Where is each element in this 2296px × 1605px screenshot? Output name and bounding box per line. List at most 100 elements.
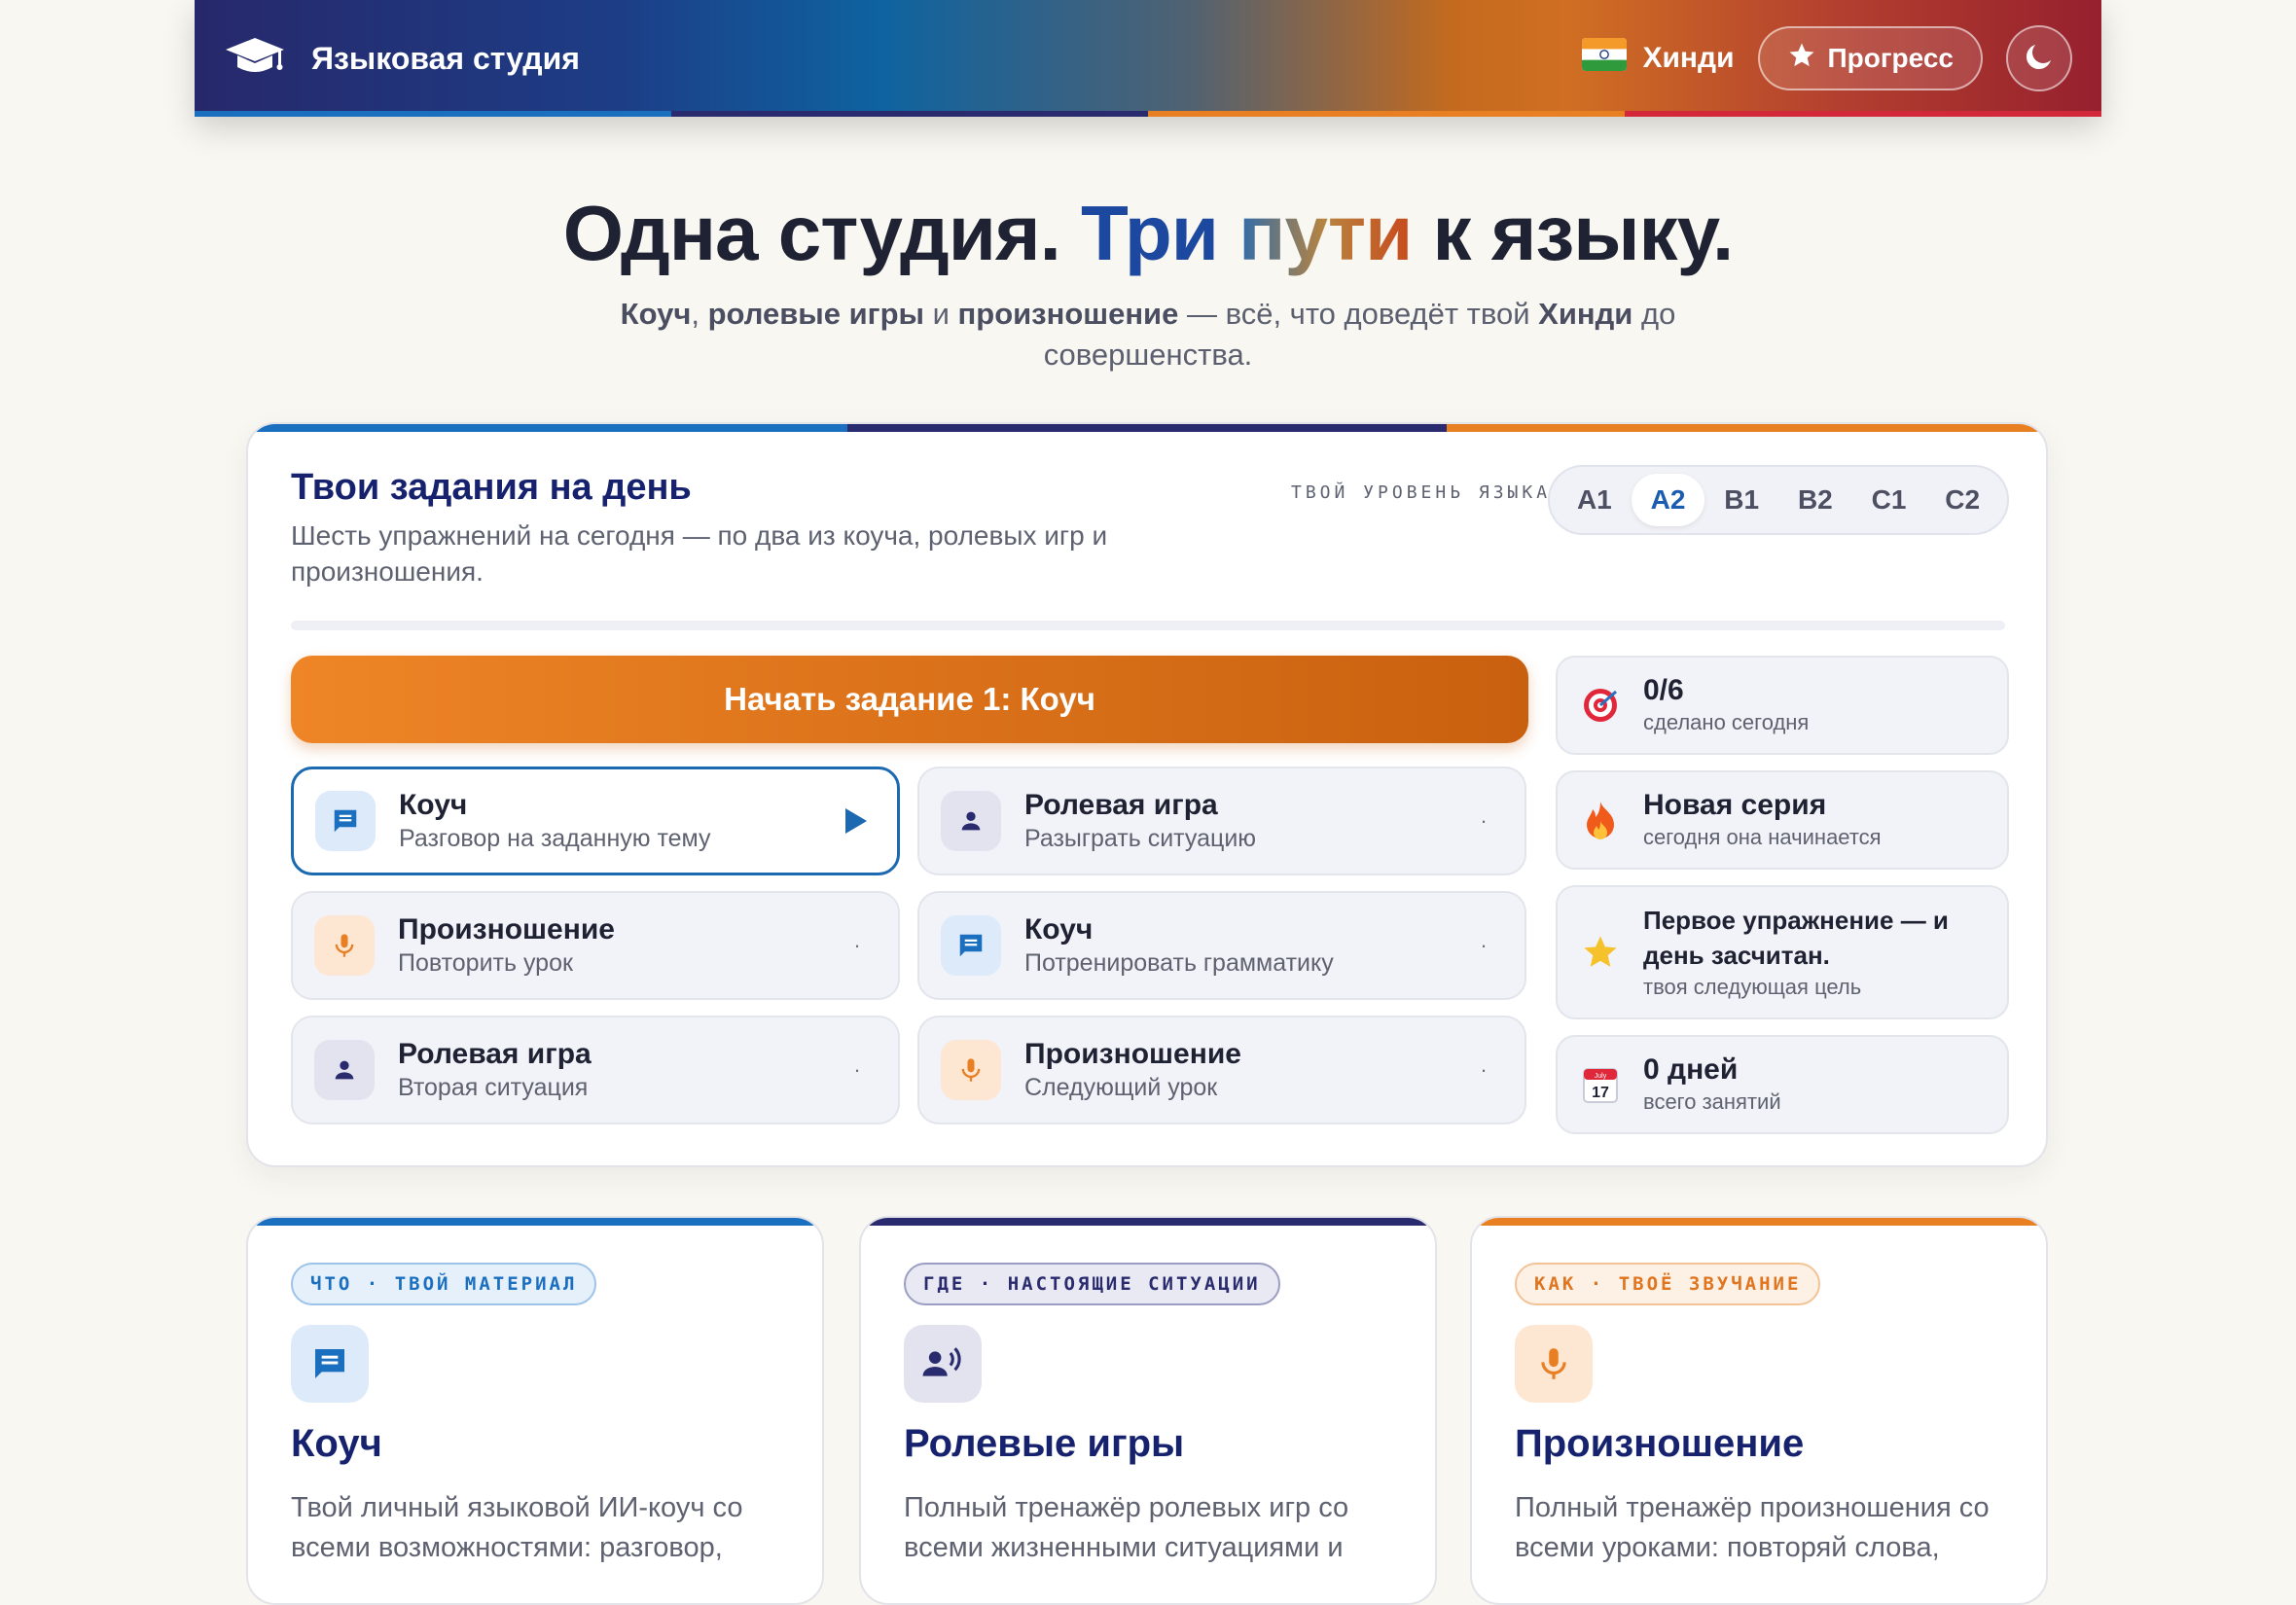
hero-subtitle: Коуч, ролевые игры и произношение — всё,… [564, 294, 1732, 375]
task-item-coach-grammar[interactable]: Коуч Потренировать грамматику · [917, 891, 1526, 1000]
stat-title: Новая серия [1643, 789, 1827, 821]
brand-title: Языковая студия [311, 40, 580, 76]
hero-title-start: Одна студия. [562, 190, 1082, 276]
fire-icon [1579, 800, 1622, 840]
task-subtitle: Разыграть ситуацию [1024, 825, 1257, 852]
level-option-b1[interactable]: B1 [1704, 474, 1778, 526]
level-option-c1[interactable]: C1 [1852, 474, 1926, 526]
task-state-dot: · [1480, 808, 1488, 833]
feature-accent-bar [248, 1218, 822, 1226]
level-label: ТВОЙ УРОВЕНЬ ЯЗЫКА [1291, 482, 1552, 503]
india-flag-icon [1582, 38, 1628, 79]
feature-tag-right: НАСТОЯЩИЕ СИТУАЦИИ [1007, 1273, 1261, 1295]
task-item-roleplay-second[interactable]: Ролевая игра Вторая ситуация · [291, 1016, 900, 1124]
progress-button[interactable]: Прогресс [1757, 26, 1983, 90]
chat-icon [291, 1325, 369, 1403]
hero-title: Одна студия. Три пути к языку. [0, 185, 2296, 282]
stat-title: Первое упражнение — и день засчитан. [1643, 906, 1949, 970]
level-option-a2[interactable]: A2 [1631, 474, 1705, 526]
stripe-segment [1625, 111, 2101, 117]
daily-tasks-description: Шесть упражнений на сегодня — по два из … [291, 520, 1108, 587]
task-title: Произношение [1024, 1038, 1241, 1070]
header-color-stripe [195, 111, 2101, 117]
microphone-icon [1515, 1325, 1593, 1403]
start-task-button[interactable]: Начать задание 1: Коуч [291, 656, 1528, 743]
stat-title: 0/6 [1643, 674, 1684, 706]
hero-title-space [1218, 190, 1238, 276]
hero-sub-middle: — всё, что доведёт твой [1178, 297, 1539, 331]
target-icon [1579, 686, 1622, 725]
hero-sub-pronunciation: произношение [957, 297, 1179, 331]
chat-icon [941, 915, 1001, 976]
task-title: Коуч [1024, 913, 1094, 945]
level-option-c2[interactable]: C2 [1925, 474, 1999, 526]
stripe-segment [1447, 424, 2046, 432]
feature-title: Коуч [291, 1422, 382, 1465]
hero-section: Одна студия. Три пути к языку. Коуч, рол… [0, 185, 2296, 375]
stat-next-goal: Первое упражнение — и день засчитан. тво… [1556, 885, 2009, 1019]
hero-title-end: к языку. [1412, 190, 1735, 276]
card-color-stripe [248, 424, 2046, 432]
stat-subtitle: твоя следующая цель [1643, 975, 1862, 999]
feature-title: Ролевые игры [904, 1422, 1185, 1465]
hero-title-word-three: Три [1081, 190, 1219, 276]
task-item-pronunciation-repeat[interactable]: Произношение Повторить урок · [291, 891, 900, 1000]
task-state-dot: · [853, 933, 861, 957]
level-option-a1[interactable]: A1 [1558, 474, 1632, 526]
task-state-dot: · [853, 1057, 861, 1082]
task-title: Ролевая игра [398, 1038, 592, 1070]
microphone-icon [941, 1040, 1001, 1100]
theme-toggle-button[interactable] [2006, 25, 2072, 91]
task-subtitle: Потренировать грамматику [1024, 949, 1334, 977]
level-selector: A1 A2 B1 B2 C1 C2 [1548, 465, 2009, 535]
feature-tag: ГДЕ · НАСТОЯЩИЕ СИТУАЦИИ [904, 1263, 1280, 1305]
feature-title: Произношение [1515, 1422, 1805, 1465]
feature-card-coach[interactable]: ЧТО · ТВОЙ МАТЕРИАЛ Коуч Твой личный язы… [246, 1216, 824, 1605]
calendar-icon: July 17 [1579, 1065, 1622, 1104]
task-title: Произношение [398, 913, 615, 945]
feature-tag: ЧТО · ТВОЙ МАТЕРИАЛ [291, 1263, 597, 1305]
moon-icon [2022, 39, 2057, 79]
task-state-dot: · [1480, 1057, 1488, 1082]
feature-tag-left: ГДЕ [923, 1273, 966, 1295]
calendar-month: July [1595, 1073, 1607, 1080]
stat-subtitle: всего занятий [1643, 1089, 1781, 1114]
feature-accent-bar [1472, 1218, 2046, 1226]
task-item-coach-topic[interactable]: Коуч Разговор на заданную тему [291, 767, 900, 875]
language-selector[interactable]: Хинди [1582, 38, 1735, 79]
feature-card-pronunciation[interactable]: КАК · ТВОЁ ЗВУЧАНИЕ Произношение Полный … [1470, 1216, 2048, 1605]
hero-sub-coach: Коуч [620, 297, 692, 331]
feature-tag-dot: · [979, 1273, 994, 1295]
feature-tag-right: ТВОЙ МАТЕРИАЛ [394, 1273, 578, 1295]
stat-subtitle: сделано сегодня [1643, 710, 1810, 734]
stripe-segment [1148, 111, 1625, 117]
hero-title-word-paths: пути [1238, 190, 1413, 276]
brand[interactable]: Языковая студия [224, 0, 580, 117]
task-title: Ролевая игра [1024, 789, 1218, 821]
task-title: Коуч [399, 789, 468, 821]
task-item-roleplay-situation[interactable]: Ролевая игра Разыграть ситуацию · [917, 767, 1526, 875]
chat-icon [315, 791, 376, 851]
star-icon [1579, 933, 1622, 972]
stat-total-days: July 17 0 дней всего занятий [1556, 1035, 2009, 1134]
speaking-person-icon [904, 1325, 982, 1403]
task-item-pronunciation-next[interactable]: Произношение Следующий урок · [917, 1016, 1526, 1124]
feature-tag-left: ЧТО [310, 1273, 353, 1295]
feature-card-roleplay[interactable]: ГДЕ · НАСТОЯЩИЕ СИТУАЦИИ Ролевые игры По… [859, 1216, 1437, 1605]
feature-tag-dot: · [366, 1273, 381, 1295]
level-option-b2[interactable]: B2 [1778, 474, 1852, 526]
hero-sub-and: и [923, 297, 958, 331]
feature-tag: КАК · ТВОЁ ЗВУЧАНИЕ [1515, 1263, 1821, 1305]
feature-accent-bar [861, 1218, 1435, 1226]
feature-tag-left: КАК [1534, 1273, 1577, 1295]
task-state-dot: · [1480, 933, 1488, 957]
stripe-segment [195, 111, 671, 117]
task-subtitle: Вторая ситуация [398, 1074, 589, 1101]
person-icon [314, 1040, 375, 1100]
task-subtitle: Следующий урок [1024, 1074, 1218, 1101]
feature-tag-right: ТВОЁ ЗВУЧАНИЕ [1618, 1273, 1802, 1295]
stat-done-today: 0/6 сделано сегодня [1556, 656, 2009, 755]
graduation-cap-icon [224, 34, 286, 84]
stripe-segment [671, 111, 1148, 117]
calendar-day: 17 [1592, 1085, 1609, 1101]
